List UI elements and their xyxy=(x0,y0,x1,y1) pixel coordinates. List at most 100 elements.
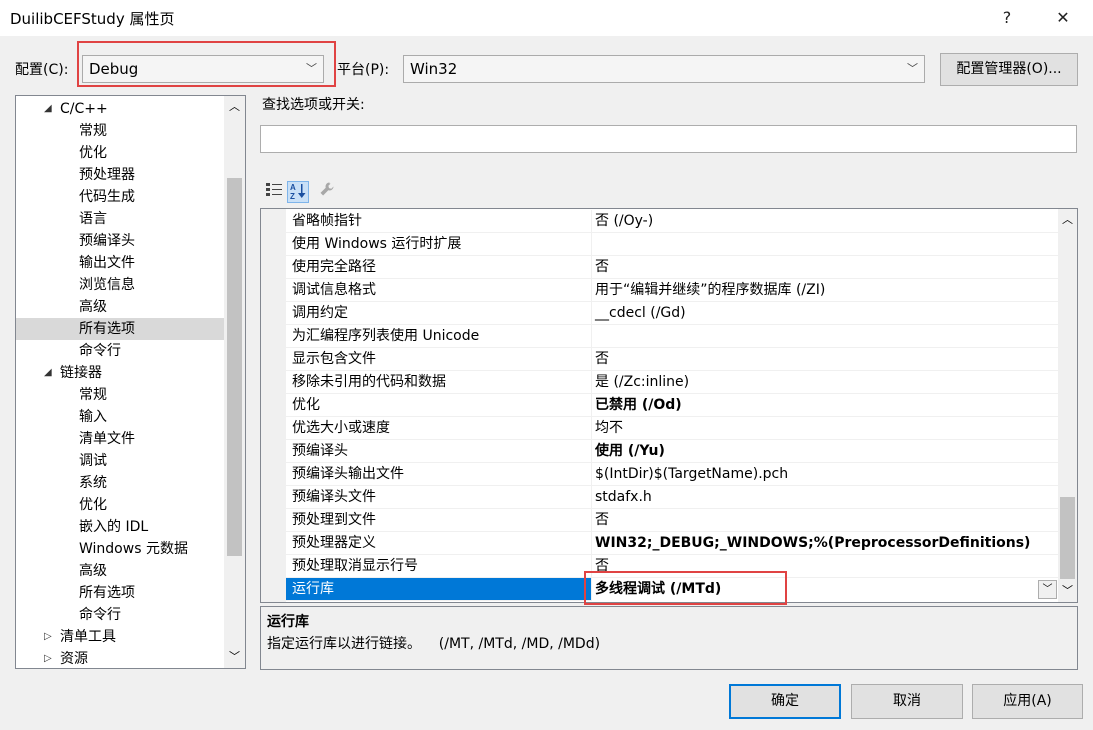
collapsed-arrow-icon[interactable]: ▷ xyxy=(44,626,52,648)
apply-button[interactable]: 应用(A) xyxy=(972,684,1083,719)
scroll-down-icon[interactable]: ﹀ xyxy=(224,646,245,668)
sort-az-icon[interactable]: A Z xyxy=(287,181,309,203)
tree-item[interactable]: ▷ 清单工具 xyxy=(16,626,224,648)
property-row[interactable]: 优化 已禁用 (/Od) xyxy=(286,394,1058,417)
property-row[interactable]: 显示包含文件 否 xyxy=(286,348,1058,371)
property-name: 预编译头 xyxy=(292,443,348,459)
property-row[interactable]: 预编译头 使用 (/Yu) xyxy=(286,440,1058,463)
tree-item[interactable]: 清单文件 xyxy=(16,428,224,450)
tree-scroll-thumb[interactable] xyxy=(227,178,242,556)
tree-item[interactable]: 高级 xyxy=(16,296,224,318)
tree-item-label: 优化 xyxy=(79,497,107,513)
tree-item-label: 代码生成 xyxy=(79,189,135,205)
property-row[interactable]: 省略帧指针 否 (/Oy-) xyxy=(286,210,1058,233)
tree-item-label: 所有选项 xyxy=(79,585,135,601)
tree-item[interactable]: 优化 xyxy=(16,142,224,164)
grid-scrollbar[interactable]: ︿ ﹀ xyxy=(1058,209,1077,602)
property-name: 预处理器定义 xyxy=(292,535,376,551)
column-divider xyxy=(591,210,592,233)
search-label: 查找选项或开关: xyxy=(262,97,365,113)
property-row[interactable]: 使用 Windows 运行时扩展 xyxy=(286,233,1058,256)
property-value: 使用 (/Yu) xyxy=(595,443,665,459)
column-divider xyxy=(591,417,592,440)
property-value: __cdecl (/Gd) xyxy=(595,305,686,321)
categorized-list-icon[interactable] xyxy=(263,181,285,203)
property-row[interactable]: 调试信息格式 用于“编辑并继续”的程序数据库 (/ZI) xyxy=(286,279,1058,302)
scroll-up-icon[interactable]: ︿ xyxy=(1058,209,1077,231)
ok-button[interactable]: 确定 xyxy=(729,684,841,719)
property-row[interactable]: 为汇编程序列表使用 Unicode xyxy=(286,325,1058,348)
tree-item-label: 高级 xyxy=(79,299,107,315)
property-tree[interactable]: ◢ C/C++ 常规 优化 预处理器 代码生成 语言 预编译头 输出文件 浏览信息 高级 所有选项 命令… xyxy=(15,95,246,669)
tree-item[interactable]: ◢ C/C++ xyxy=(16,98,224,120)
tree-item-label: 输入 xyxy=(79,409,107,425)
column-divider xyxy=(591,509,592,532)
property-row[interactable]: 预编译头输出文件 $(IntDir)$(TargetName).pch xyxy=(286,463,1058,486)
property-row[interactable]: 优选大小或速度 均不 xyxy=(286,417,1058,440)
property-name: 运行库 xyxy=(292,581,334,597)
scroll-up-icon[interactable]: ︿ xyxy=(224,96,245,118)
cancel-button[interactable]: 取消 xyxy=(851,684,963,719)
tree-item-label: 资源 xyxy=(60,651,88,667)
tree-item[interactable]: 命令行 xyxy=(16,340,224,362)
help-button[interactable]: ? xyxy=(985,2,1029,34)
tree-item[interactable]: 输出文件 xyxy=(16,252,224,274)
expanded-arrow-icon[interactable]: ◢ xyxy=(44,362,52,384)
column-divider xyxy=(591,371,592,394)
tree-item[interactable]: ◢ 链接器 xyxy=(16,362,224,384)
property-grid[interactable]: 省略帧指针否 (/Oy-) 使用 Windows 运行时扩展 使用完全路径否调试信息… xyxy=(260,208,1078,603)
description-pane: 运行库 指定运行库以进行链接。 (/MT, /MTd, /MD, /MDd) xyxy=(260,606,1078,670)
tree-item[interactable]: 浏览信息 xyxy=(16,274,224,296)
tree-item[interactable]: Windows 元数据 xyxy=(16,538,224,560)
highlight-box-runtime xyxy=(584,571,787,605)
column-divider xyxy=(591,486,592,509)
tree-item-label: 浏览信息 xyxy=(79,277,135,293)
property-row[interactable]: 使用完全路径 否 xyxy=(286,256,1058,279)
tree-item[interactable]: 语言 xyxy=(16,208,224,230)
column-divider xyxy=(591,325,592,348)
wrench-icon[interactable] xyxy=(316,181,338,203)
tree-item[interactable]: 预处理器 xyxy=(16,164,224,186)
tree-item[interactable]: 嵌入的 IDL xyxy=(16,516,224,538)
grid-scroll-thumb[interactable] xyxy=(1060,497,1075,579)
tree-item[interactable]: 输入 xyxy=(16,406,224,428)
grid-gutter xyxy=(261,209,286,602)
dropdown-arrow-icon[interactable]: ﹀ xyxy=(1038,580,1057,599)
window-title: DuilibCEFStudy 属性页 xyxy=(10,10,175,28)
tree-item[interactable]: 命令行 xyxy=(16,604,224,626)
property-name: 移除未引用的代码和数据 xyxy=(292,374,446,390)
property-row[interactable]: 预编译头文件 stdafx.h xyxy=(286,486,1058,509)
tree-scrollbar[interactable]: ︿ ﹀ xyxy=(224,96,245,668)
property-row[interactable]: 调用约定 __cdecl (/Gd) xyxy=(286,302,1058,325)
tree-item[interactable]: 高级 xyxy=(16,560,224,582)
search-input[interactable] xyxy=(260,125,1077,153)
tree-item[interactable]: 系统 xyxy=(16,472,224,494)
tree-item[interactable]: 所有选项 xyxy=(16,318,224,340)
tree-item[interactable]: 所有选项 xyxy=(16,582,224,604)
property-value: $(IntDir)$(TargetName).pch xyxy=(595,466,789,482)
tree-item[interactable]: 常规 xyxy=(16,120,224,142)
platform-combo[interactable]: Win32 ﹀ xyxy=(403,55,925,83)
property-row[interactable]: 预处理器定义 WIN32;_DEBUG;_WINDOWS;%(Preprocess… xyxy=(286,532,1058,555)
column-divider xyxy=(591,279,592,302)
property-row[interactable]: 预处理到文件 否 xyxy=(286,509,1058,532)
collapsed-arrow-icon[interactable]: ▷ xyxy=(44,648,52,668)
property-row[interactable]: 移除未引用的代码和数据 是 (/Zc:inline) xyxy=(286,371,1058,394)
chevron-down-icon: ﹀ xyxy=(907,62,918,75)
tree-item[interactable]: 调试 xyxy=(16,450,224,472)
svg-text:A: A xyxy=(290,183,296,192)
config-manager-button[interactable]: 配置管理器(O)... xyxy=(940,53,1078,86)
expanded-arrow-icon[interactable]: ◢ xyxy=(44,98,52,120)
tree-item[interactable]: 代码生成 xyxy=(16,186,224,208)
property-value: 否 xyxy=(595,351,609,367)
property-name: 预编译头文件 xyxy=(292,489,376,505)
column-divider xyxy=(591,463,592,486)
tree-item[interactable]: 优化 xyxy=(16,494,224,516)
close-button[interactable]: ✕ xyxy=(1041,2,1085,34)
tree-item[interactable]: ▷ 资源 xyxy=(16,648,224,668)
tree-item-label: 调试 xyxy=(79,453,107,469)
scroll-down-icon[interactable]: ﹀ xyxy=(1058,580,1077,602)
description-title: 运行库 xyxy=(267,614,309,630)
tree-item[interactable]: 常规 xyxy=(16,384,224,406)
tree-item[interactable]: 预编译头 xyxy=(16,230,224,252)
